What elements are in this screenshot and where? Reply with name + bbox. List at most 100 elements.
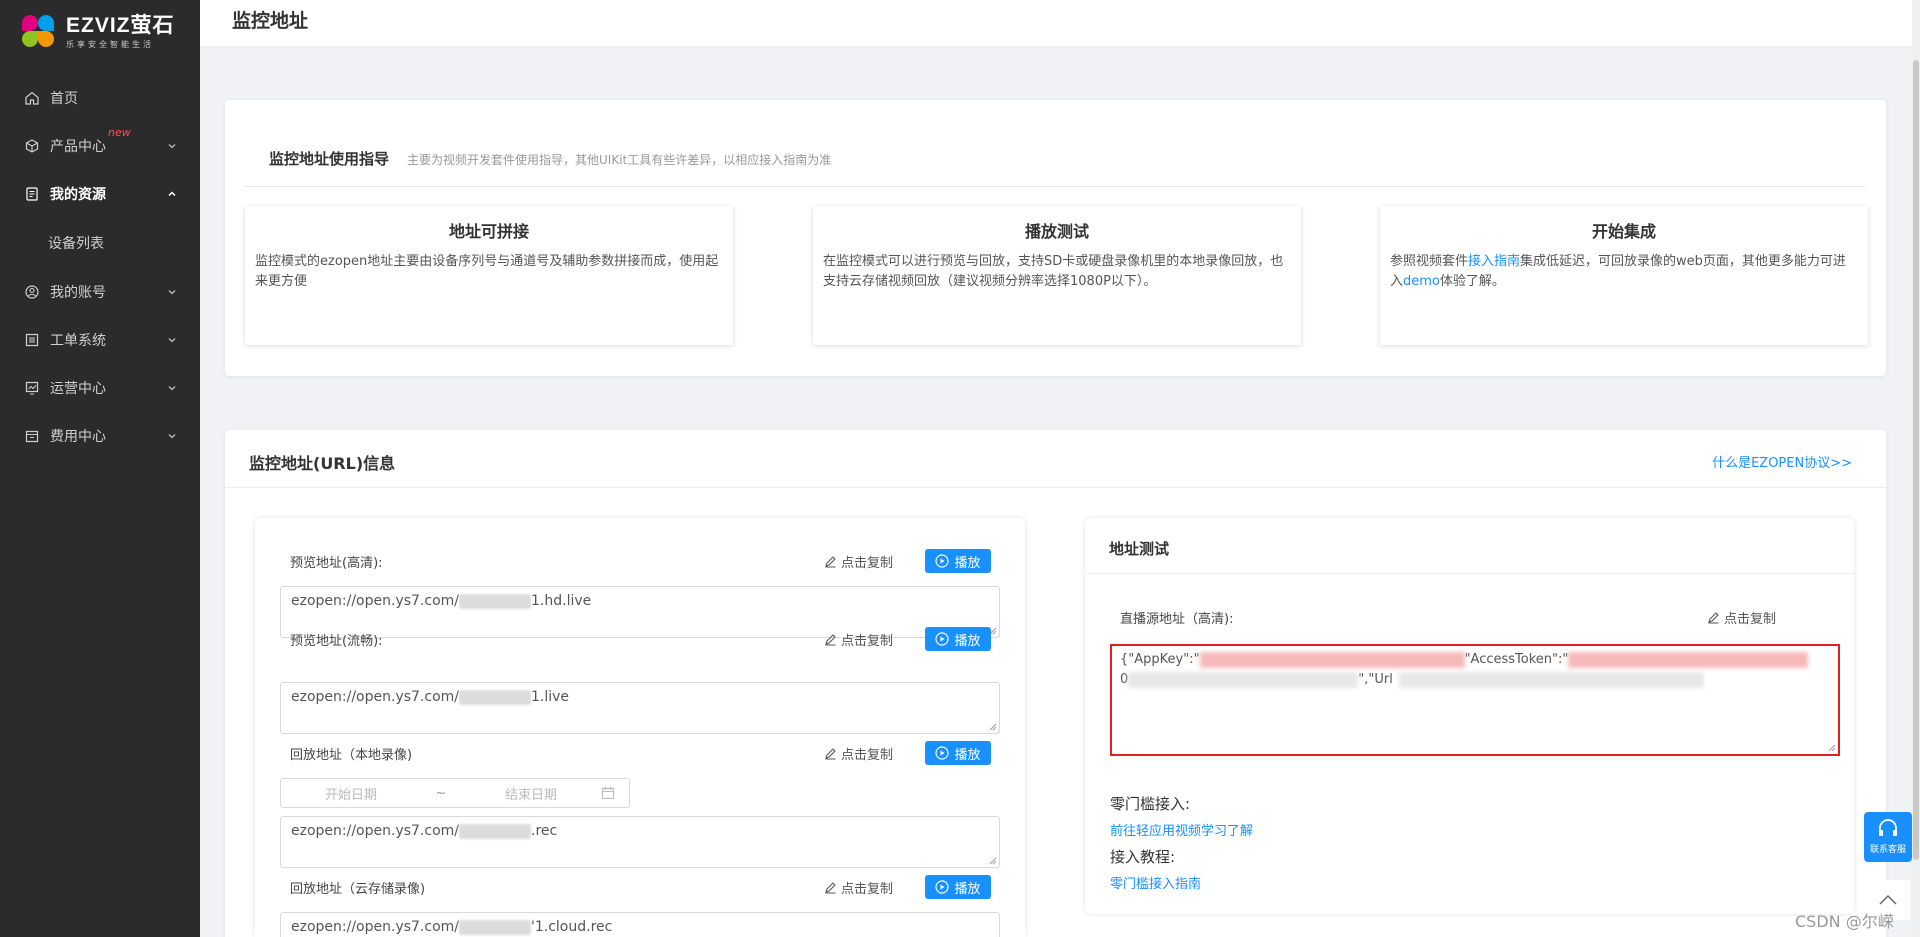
guide-card: 监控地址使用指导 主要为视频开发套件使用指导，其他UIKit工具有些许差异，以相… <box>225 100 1886 376</box>
date-separator: ~ <box>435 785 447 801</box>
field-label: 预览地址(流畅): <box>290 633 383 649</box>
playback-cloud-url-input[interactable]: ezopen://open.ys7.com/'1.cloud.rec <box>280 912 1000 937</box>
divider <box>245 186 1866 187</box>
feature-body: 参照视频套件接入指南集成低延迟，可回放录像的web页面，其他更多能力可进入dem… <box>1390 254 1846 289</box>
demo-link[interactable]: demo <box>1403 274 1440 289</box>
new-badge: new <box>108 126 131 139</box>
edit-icon <box>825 555 836 568</box>
edit-icon <box>825 747 836 760</box>
play-icon <box>935 554 950 568</box>
masked-appkey <box>1199 651 1465 668</box>
play-button[interactable]: 播放 <box>925 875 991 899</box>
sidebar-nav: 首页 产品中心 new 我的资源 设备列表 我的账号 工单系统 运营中心 费用中… <box>0 74 200 460</box>
sidebar-item-account[interactable]: 我的账号 <box>0 268 200 316</box>
sidebar-subitem-device-list[interactable]: 设备列表 <box>0 218 200 268</box>
feature-title: 开始集成 <box>1591 222 1656 241</box>
sidebar-item-label: 我的账号 <box>50 285 106 301</box>
edit-icon <box>825 881 836 894</box>
masked-serial <box>459 689 531 705</box>
guide-title: 监控地址使用指导 <box>269 150 390 168</box>
masked-token <box>1568 651 1809 668</box>
light-app-video-link[interactable]: 前往轻应用视频学习了解 <box>1110 820 1253 839</box>
resize-handle-icon[interactable] <box>1828 744 1836 752</box>
feature-body: 在监控模式可以进行预览与回放，支持SD卡或硬盘录像机里的本地录像回放，也支持云存… <box>823 254 1284 289</box>
sidebar-item-resources[interactable]: 我的资源 <box>0 170 200 218</box>
tutorial-label: 接入教程: <box>1110 848 1176 866</box>
live-source-textarea[interactable]: {"AppKey":" "AccessToken":" 0 ","Url <box>1110 644 1840 756</box>
guide-description: 主要为视频开发套件使用指导，其他UIKit工具有些许差异，以相应接入指南为准 <box>407 153 832 167</box>
field-row: 预览地址(流畅): 点击复制 播放 <box>290 626 991 652</box>
live-source-row: 直播源地址（高清): 点击复制 <box>1120 608 1776 627</box>
field-label: 预览地址(高清): <box>290 555 383 571</box>
field-label: 回放地址（本地录像) <box>290 747 413 763</box>
play-button[interactable]: 播放 <box>925 627 991 651</box>
play-icon <box>935 880 950 894</box>
sidebar-item-products[interactable]: 产品中心 new <box>0 122 200 170</box>
sidebar-item-label: 工单系统 <box>50 333 106 349</box>
chevron-down-icon <box>168 434 176 439</box>
ezopen-help-link[interactable]: 什么是EZOPEN协议>> <box>1712 452 1852 471</box>
feature-body: 监控模式的ezopen地址主要由设备序列号与通道号及辅助参数拼接而成，使用起来更… <box>255 254 719 289</box>
chevron-down-icon <box>168 338 176 343</box>
field-row: 回放地址（云存储录像) 点击复制 播放 <box>290 874 991 900</box>
sidebar: EZVIZ萤石 乐享安全智能生活 首页 产品中心 new 我的资源 设备列表 我… <box>0 0 200 937</box>
playback-local-url-input[interactable]: ezopen://open.ys7.com/.rec <box>280 816 1000 868</box>
scrollbar[interactable] <box>1912 0 1920 937</box>
date-range-picker[interactable]: 开始日期 ~ 结束日期 <box>280 778 630 808</box>
brand-name: EZVIZ萤石 <box>66 13 175 37</box>
play-icon <box>935 746 950 760</box>
field-row: 预览地址(高清): 点击复制 播放 <box>290 548 991 574</box>
sidebar-item-tickets[interactable]: 工单系统 <box>0 316 200 364</box>
scrollbar-thumb[interactable] <box>1913 60 1919 860</box>
list-icon <box>24 332 40 348</box>
chevron-up-icon <box>168 191 176 197</box>
masked-token <box>1128 671 1359 688</box>
customer-service-button[interactable]: 联系客服 <box>1864 812 1912 862</box>
live-source-label: 直播源地址（高清): <box>1120 612 1234 627</box>
play-button[interactable]: 播放 <box>925 549 991 573</box>
copy-button[interactable]: 点击复制 <box>1707 608 1776 627</box>
masked-serial <box>459 919 531 935</box>
copy-button[interactable]: 点击复制 <box>824 630 893 649</box>
masked-serial <box>459 823 531 839</box>
end-date-input[interactable]: 结束日期 <box>461 784 601 803</box>
url-info-title: 监控地址(URL)信息 <box>249 454 396 473</box>
document-icon <box>24 186 40 202</box>
sidebar-item-label: 费用中心 <box>50 429 106 445</box>
box-icon <box>24 138 40 154</box>
zero-threshold-guide-link[interactable]: 零门槛接入指南 <box>1110 873 1201 892</box>
chart-icon <box>24 380 40 396</box>
copy-button[interactable]: 点击复制 <box>824 744 893 763</box>
chevron-down-icon <box>168 386 176 391</box>
address-test-panel: 地址测试 直播源地址（高清): 点击复制 {"AppKey":" "AccessT… <box>1085 518 1854 914</box>
play-button[interactable]: 播放 <box>925 741 991 765</box>
home-icon <box>24 90 40 106</box>
chevron-down-icon <box>168 144 176 149</box>
wallet-icon <box>24 428 40 444</box>
edit-icon <box>825 633 836 646</box>
sidebar-item-label: 运营中心 <box>50 381 106 397</box>
resize-handle-icon[interactable] <box>989 857 997 865</box>
chevron-down-icon <box>168 290 176 295</box>
copy-button[interactable]: 点击复制 <box>824 878 893 897</box>
start-date-input[interactable]: 开始日期 <box>281 784 421 803</box>
user-icon <box>24 284 40 300</box>
headset-icon <box>1879 819 1897 836</box>
sidebar-item-label: 首页 <box>50 91 78 107</box>
access-guide-link[interactable]: 接入指南 <box>1468 254 1520 269</box>
logo[interactable]: EZVIZ萤石 乐享安全智能生活 <box>0 0 200 64</box>
field-label: 回放地址（云存储录像) <box>290 881 426 897</box>
masked-serial <box>459 593 531 609</box>
feature-card-concat: 地址可拼接 监控模式的ezopen地址主要由设备序列号与通道号及辅助参数拼接而成… <box>245 206 733 345</box>
masked-url <box>1398 671 1704 688</box>
feature-card-integrate: 开始集成 参照视频套件接入指南集成低延迟，可回放录像的web页面，其他更多能力可… <box>1380 206 1868 345</box>
resize-handle-icon[interactable] <box>989 723 997 731</box>
sidebar-item-billing[interactable]: 费用中心 <box>0 412 200 460</box>
sidebar-item-operations[interactable]: 运营中心 <box>0 364 200 412</box>
url-fields-panel: 预览地址(高清): 点击复制 播放 ezopen://open.ys7.com/… <box>255 518 1025 937</box>
preview-smooth-url-input[interactable]: ezopen://open.ys7.com/1.live <box>280 682 1000 734</box>
sidebar-item-home[interactable]: 首页 <box>0 74 200 122</box>
page-title: 监控地址 <box>232 10 309 32</box>
copy-button[interactable]: 点击复制 <box>824 552 893 571</box>
edit-icon <box>1708 612 1719 624</box>
